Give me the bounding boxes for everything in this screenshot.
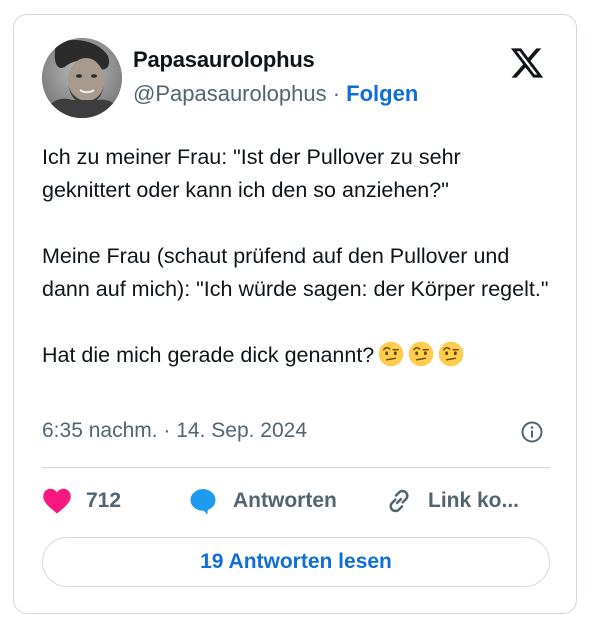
speech-bubble-icon <box>190 489 216 515</box>
author-handle[interactable]: @Papasaurolophus <box>133 81 327 106</box>
copy-link-button[interactable]: Link ko... <box>384 483 519 519</box>
emoji-group <box>374 341 464 367</box>
avatar-image <box>42 38 122 118</box>
face-with-raised-eyebrow-emoji <box>438 341 464 367</box>
like-button[interactable]: 712 <box>42 483 121 519</box>
tweet-paragraph-last: Hat die mich gerade dick genannt? <box>42 339 552 372</box>
info-icon[interactable] <box>520 420 544 444</box>
action-bar: 712 Antworten Link ko... <box>42 483 552 519</box>
follow-button[interactable]: Folgen <box>346 81 418 106</box>
reply-button[interactable]: Antworten <box>187 483 337 519</box>
avatar[interactable] <box>42 38 122 118</box>
face-with-raised-eyebrow-emoji <box>378 341 404 367</box>
link-icon <box>389 489 409 513</box>
author-handle-row: @Papasaurolophus · Folgen <box>133 81 418 107</box>
tweet-text: Ich zu meiner Frau: "Ist der Pullover zu… <box>42 141 552 372</box>
copy-link-label: Link ko... <box>428 489 520 512</box>
divider <box>42 467 550 468</box>
tweet-timestamp[interactable]: 6:35 nachm. · 14. Sep. 2024 <box>42 419 307 443</box>
read-replies-button[interactable]: 19 Antworten lesen <box>42 537 550 587</box>
face-with-raised-eyebrow-emoji <box>408 341 434 367</box>
heart-icon <box>43 488 71 514</box>
like-count: 712 <box>86 489 122 512</box>
author-name[interactable]: Papasaurolophus <box>133 47 315 73</box>
separator-dot: · <box>332 81 341 106</box>
read-replies-label: 19 Antworten lesen <box>200 550 392 573</box>
tweet-card: Papasaurolophus @Papasaurolophus · Folge… <box>13 14 577 614</box>
tweet-paragraph-text: Hat die mich gerade dick genannt? <box>42 343 375 367</box>
tweet-paragraph: Meine Frau (schaut prüfend auf den Pullo… <box>42 244 549 301</box>
tweet-paragraph: Ich zu meiner Frau: "Ist der Pullover zu… <box>42 145 461 202</box>
x-logo-icon[interactable] <box>508 45 546 81</box>
reply-label: Antworten <box>233 489 337 512</box>
